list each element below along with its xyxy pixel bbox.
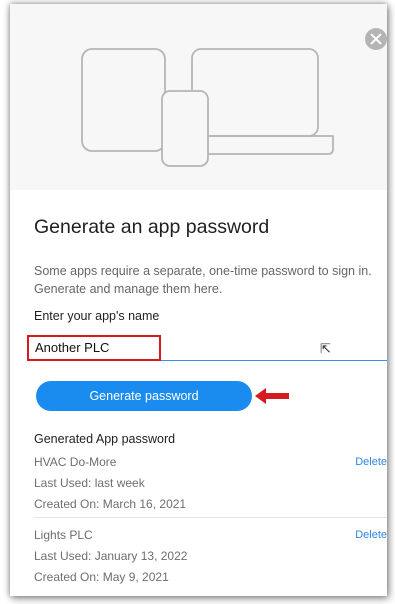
app-name-input[interactable] — [32, 335, 387, 361]
password-last-used: Last Used: January 13, 2022 — [34, 549, 188, 563]
dialog-title: Generate an app password — [34, 216, 270, 238]
password-created: Created On: May 9, 2021 — [34, 570, 169, 584]
delete-link[interactable]: Delete — [355, 456, 387, 468]
hero-banner — [10, 4, 387, 190]
app-password-dialog: Generate an app password Some apps requi… — [10, 4, 387, 596]
generate-password-button[interactable]: Generate password — [36, 381, 252, 411]
generated-passwords-heading: Generated App password — [34, 432, 176, 446]
password-created: Created On: March 16, 2021 — [34, 497, 187, 511]
mouse-pointer-icon: ⇱ — [320, 341, 331, 356]
app-name-label: Enter your app's name — [34, 309, 160, 323]
delete-link[interactable]: Delete — [355, 529, 387, 541]
password-name: Lights PLC — [34, 528, 93, 542]
password-entry: HVAC Do-More Last Used: last week Create… — [34, 452, 387, 515]
password-entry: Lights PLC Last Used: January 13, 2022 C… — [34, 525, 387, 588]
annotation-arrow-icon — [255, 388, 289, 404]
password-last-used: Last Used: last week — [34, 476, 145, 490]
close-icon[interactable] — [365, 28, 387, 50]
divider — [34, 517, 387, 518]
password-name: HVAC Do-More — [34, 455, 117, 469]
devices-illustration-icon — [81, 48, 334, 167]
dialog-description: Some apps require a separate, one-time p… — [34, 264, 372, 296]
